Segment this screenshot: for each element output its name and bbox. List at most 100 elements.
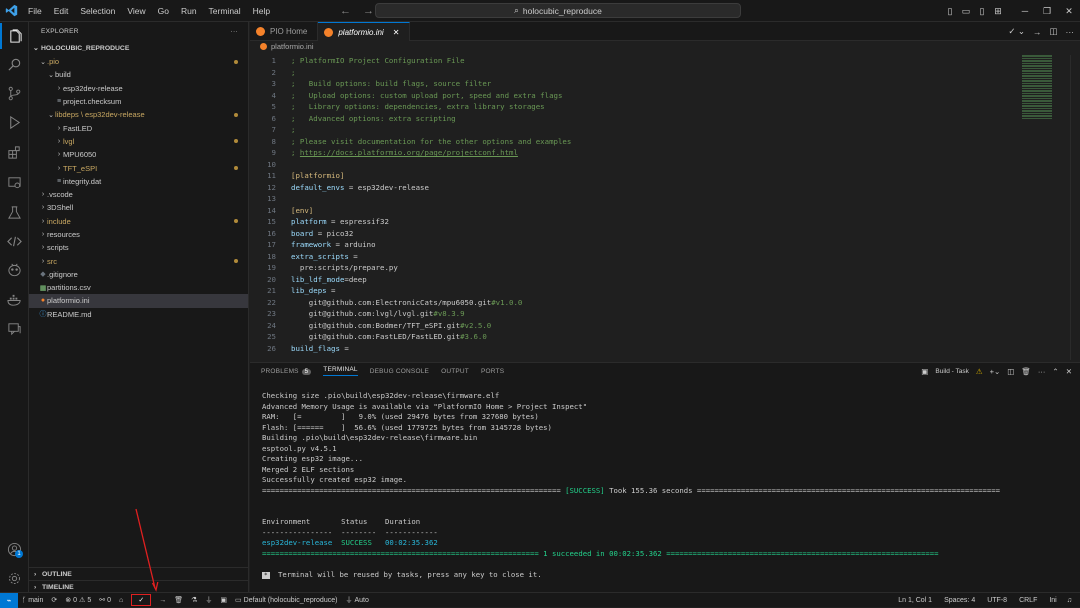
explorer-icon[interactable] (0, 23, 29, 49)
more-actions-icon[interactable]: ··· (1066, 27, 1075, 37)
project-env-selector[interactable]: ▭ Default (holocubic_reproduce) (231, 596, 341, 605)
pio-upload-icon[interactable]: → (155, 597, 170, 604)
customize-layout-icon[interactable]: ⊞ (990, 6, 1006, 17)
remote-indicator-icon[interactable]: ⌁ (0, 592, 18, 608)
menu-item[interactable]: Go (152, 0, 175, 22)
tab-output[interactable]: OUTPUT (441, 368, 469, 375)
tree-item[interactable]: ▦ partitions.csv (29, 281, 248, 294)
pio-home-icon[interactable]: ⌂ (115, 597, 127, 604)
checkmark-dropdown-icon[interactable]: ✓ ⌄ (1008, 26, 1025, 37)
minimap-line (1022, 70, 1052, 72)
close-icon[interactable]: ✕ (1058, 6, 1080, 17)
tree-item[interactable]: › include (29, 215, 248, 228)
tab-problems[interactable]: PROBLEMS 5 (261, 368, 312, 375)
testing-icon[interactable] (0, 199, 29, 225)
tree-item[interactable]: › 3DShell (29, 201, 248, 214)
language-mode[interactable]: Ini (1043, 597, 1062, 604)
tree-item[interactable]: › FastLED (29, 121, 248, 134)
platformio-alien-icon[interactable] (0, 257, 29, 283)
port-auto-selector[interactable]: ⏚ Auto (341, 595, 372, 605)
more-actions-icon[interactable]: ··· (1038, 367, 1046, 376)
back-arrow-icon[interactable]: ← (340, 4, 351, 18)
arrow-right-icon[interactable]: → (1033, 27, 1042, 37)
pio-build-button[interactable]: ✓ (127, 594, 155, 606)
menu-item[interactable]: Run (175, 0, 203, 22)
close-panel-icon[interactable]: ✕ (1066, 367, 1072, 376)
minimize-icon[interactable]: ─ (1014, 6, 1036, 17)
menu-item[interactable]: Selection (74, 0, 121, 22)
tree-item[interactable]: ≡ project.checksum (29, 95, 248, 108)
command-center-search[interactable]: ⌕ holocubic_reproduce (375, 3, 741, 18)
toggle-secondary-sidebar-icon[interactable]: ▯ (974, 6, 990, 17)
tree-item[interactable]: › .vscode (29, 188, 248, 201)
tree-item[interactable]: › scripts (29, 241, 248, 254)
end-of-line[interactable]: CRLF (1013, 597, 1043, 604)
pio-test-flask-icon[interactable]: ⚗ (187, 596, 201, 604)
menu-item[interactable]: Help (247, 0, 276, 22)
outline-section[interactable]: › OUTLINE (29, 567, 249, 580)
forward-arrow-icon[interactable]: → (363, 4, 374, 18)
tab-terminal[interactable]: TERMINAL (323, 366, 358, 376)
tree-item[interactable]: ◆ .gitignore (29, 268, 248, 281)
tree-item[interactable]: › MPU6050 (29, 148, 248, 161)
tab-debug-console[interactable]: DEBUG CONSOLE (370, 368, 429, 375)
tree-item[interactable]: ⓘ README.md (29, 308, 248, 321)
extensions-icon[interactable] (0, 139, 29, 165)
settings-gear-icon[interactable] (0, 565, 29, 591)
tree-item[interactable]: › src (29, 254, 248, 267)
chat-icon[interactable] (0, 315, 29, 341)
tab-pio-home[interactable]: PIO Home (250, 22, 319, 41)
menu-item[interactable]: Edit (48, 0, 75, 22)
tree-item[interactable]: › esp32dev-release (29, 82, 248, 95)
tree-item[interactable]: ⌄ libdeps \ esp32dev-release (29, 108, 248, 121)
menu-item[interactable]: Terminal (203, 0, 247, 22)
source-control-icon[interactable] (0, 80, 29, 106)
tab-platformio-ini[interactable]: platformio.ini ✕ (318, 22, 411, 41)
workspace-root[interactable]: ⌄ HOLOCUBIC_REPRODUCE (29, 41, 248, 55)
code-line: 6 ; Advanced options: extra scripting (250, 113, 1030, 125)
menu-item[interactable]: File (22, 0, 48, 22)
tree-item[interactable]: ● platformio.ini (29, 294, 248, 308)
accounts-icon[interactable]: 1 (0, 536, 29, 562)
branch-indicator[interactable]: ᚶ main (18, 597, 47, 604)
restore-icon[interactable]: ❐ (1036, 6, 1058, 17)
code-brackets-icon[interactable] (0, 228, 29, 254)
split-editor-icon[interactable]: ◫ (1049, 26, 1057, 37)
toggle-panel-icon[interactable]: ▭ (958, 6, 974, 17)
cursor-position[interactable]: Ln 1, Col 1 (892, 597, 938, 604)
problems-indicator[interactable]: ⊗ 0 ⚠ 5 (61, 596, 95, 605)
ports-indicator[interactable]: ⚯ 0 (95, 596, 115, 605)
code-editor[interactable]: 1 ; PlatformIO Project Configuration File… (250, 55, 1030, 354)
docker-icon[interactable] (0, 287, 29, 313)
split-terminal-icon[interactable]: ◫ (1007, 367, 1014, 376)
toggle-sidebar-icon[interactable]: ▯ (942, 6, 958, 17)
remote-explorer-icon[interactable] (0, 169, 29, 195)
maximize-panel-icon[interactable]: ⌃ (1052, 367, 1058, 376)
sync-icon[interactable]: ⟳ (47, 596, 61, 604)
more-actions-icon[interactable]: ··· (231, 28, 238, 35)
close-tab-icon[interactable]: ✕ (393, 28, 400, 37)
task-name[interactable]: Build - Task (935, 368, 968, 375)
tree-item[interactable]: › TFT_eSPI (29, 161, 248, 174)
tree-item[interactable]: ⌄ build (29, 68, 248, 81)
encoding[interactable]: UTF-8 (981, 597, 1013, 604)
breadcrumb-file[interactable]: platformio.ini (271, 42, 314, 51)
search-icon[interactable] (0, 51, 29, 77)
trash-icon[interactable]: 🗑 (1021, 367, 1031, 376)
tree-item[interactable]: ⌄ .pio (29, 55, 248, 68)
editor-scrollbar[interactable] (1070, 55, 1080, 360)
minimap[interactable] (1022, 55, 1052, 119)
indentation[interactable]: Spaces: 4 (938, 597, 981, 604)
tree-item[interactable]: › resources (29, 228, 248, 241)
run-debug-icon[interactable] (0, 109, 29, 135)
terminal-output[interactable]: Checking size .pio\build\esp32dev-releas… (262, 391, 1072, 580)
tree-item[interactable]: ≡ integrity.dat (29, 175, 248, 188)
pio-terminal-icon[interactable]: ▣ (216, 596, 231, 604)
menu-item[interactable]: View (121, 0, 151, 22)
notifications-icon[interactable]: ♫ (1063, 597, 1076, 604)
pio-serial-monitor-plug-icon[interactable]: ⏚ (201, 595, 216, 605)
pio-clean-trash-icon[interactable]: 🗑 (170, 596, 187, 604)
new-terminal-icon[interactable]: +⌄ (990, 367, 1001, 376)
tree-item[interactable]: › lvgl (29, 135, 248, 148)
tab-ports[interactable]: PORTS (481, 368, 504, 375)
